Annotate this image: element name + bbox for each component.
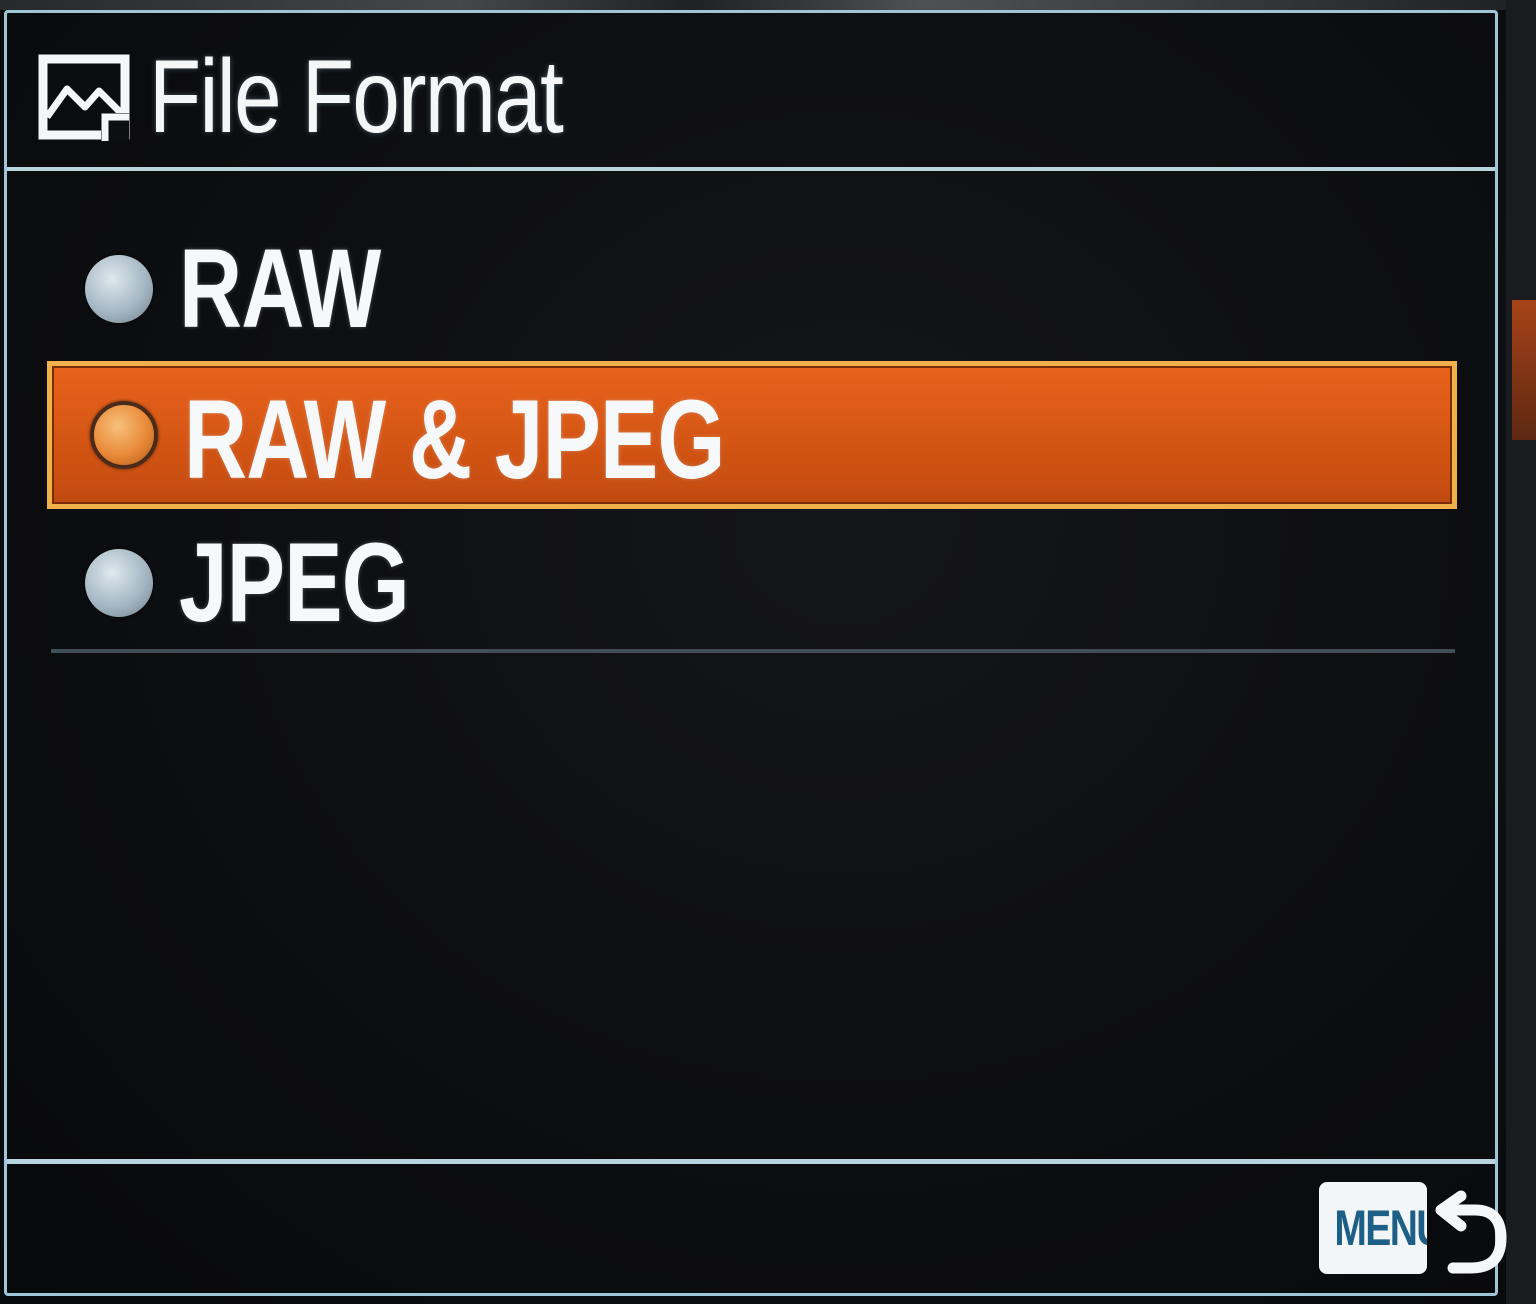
option-label: JPEG: [179, 520, 410, 645]
option-label: RAW: [179, 226, 381, 351]
underlying-menu-edge: [1506, 0, 1536, 1304]
file-format-dialog: File Format RAW RAW & JPEG JPEG MENU: [4, 10, 1507, 1299]
underlying-menu-accent: [1512, 300, 1536, 440]
page-title: File Format: [149, 39, 564, 155]
camera-screen: File Format RAW RAW & JPEG JPEG MENU: [0, 0, 1536, 1304]
option-raw[interactable]: RAW: [47, 215, 1457, 363]
option-raw-and-jpeg[interactable]: RAW & JPEG: [47, 361, 1457, 509]
dialog-header: File Format: [7, 13, 1495, 171]
dialog-footer: MENU: [7, 1159, 1507, 1299]
radio-indicator-selected: [90, 401, 158, 469]
options-divider: [51, 649, 1455, 653]
menu-button[interactable]: MENU: [1319, 1182, 1427, 1274]
radio-indicator: [85, 255, 153, 323]
return-arrow-icon[interactable]: [1431, 1176, 1511, 1280]
menu-button-label: MENU: [1334, 1200, 1427, 1256]
image-file-icon: [38, 54, 130, 141]
option-jpeg[interactable]: JPEG: [47, 509, 1457, 657]
option-label: RAW & JPEG: [184, 377, 726, 502]
underlying-menu-strip: [0, 0, 1536, 10]
radio-indicator: [85, 549, 153, 617]
